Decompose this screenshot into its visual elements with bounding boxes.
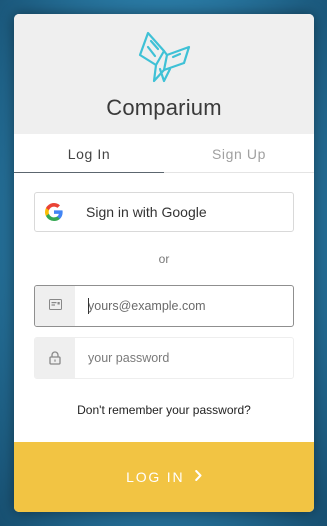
tab-log-in[interactable]: Log In	[14, 134, 164, 173]
butterfly-logo-icon	[138, 31, 191, 83]
or-divider: or	[158, 252, 170, 266]
password-input[interactable]	[75, 338, 285, 378]
password-icon-box	[35, 338, 75, 378]
envelope-icon	[49, 299, 62, 310]
lock-icon	[49, 351, 61, 365]
google-sign-in-button[interactable]: Sign in with Google	[34, 192, 294, 232]
card-header: Comparium	[14, 14, 314, 134]
auth-tabs: Log In Sign Up	[14, 134, 314, 173]
tab-sign-up[interactable]: Sign Up	[164, 134, 314, 172]
google-sign-in-label: Sign in with Google	[86, 204, 207, 220]
password-field	[34, 337, 294, 379]
login-card: Comparium Log In Sign Up Sign in with Go…	[14, 14, 314, 512]
chevron-right-icon	[195, 470, 202, 482]
email-field	[34, 285, 294, 327]
submit-label: LOG IN	[126, 469, 185, 485]
forgot-password-link[interactable]: Don't remember your password?	[14, 403, 314, 417]
app-title: Comparium	[106, 95, 222, 120]
google-icon	[45, 203, 63, 221]
email-input[interactable]	[75, 286, 285, 326]
email-icon-box	[35, 286, 75, 326]
log-in-submit-button[interactable]: LOG IN	[14, 442, 314, 512]
text-caret	[88, 298, 89, 314]
